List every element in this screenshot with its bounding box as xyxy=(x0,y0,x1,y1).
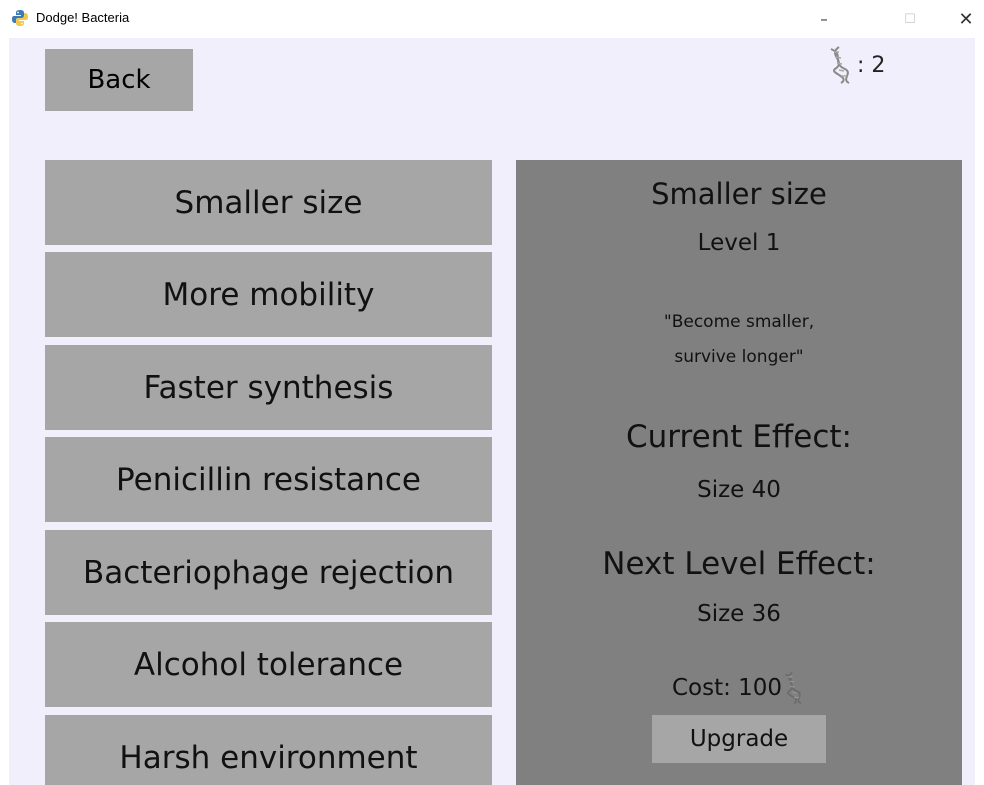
detail-title: Smaller size xyxy=(651,177,827,211)
upgrade-detail-panel: Smaller size Level 1 "Become smaller, su… xyxy=(516,160,962,785)
current-effect-label: Current Effect: xyxy=(626,419,852,455)
dna-icon xyxy=(785,671,802,705)
next-effect-label: Next Level Effect: xyxy=(602,546,876,582)
python-icon xyxy=(12,10,28,26)
dna-icon xyxy=(830,46,850,84)
upgrade-item-alcohol-tolerance[interactable]: Alcohol tolerance xyxy=(45,622,492,707)
upgrade-item-smaller-size[interactable]: Smaller size xyxy=(45,160,492,245)
cost-text: Cost: 100 xyxy=(671,675,783,701)
upgrade-button[interactable]: Upgrade xyxy=(652,715,826,763)
close-button[interactable]: ✕ xyxy=(944,0,984,38)
upgrade-item-harsh-environment[interactable]: Harsh environment xyxy=(45,715,492,785)
dna-count: : 2 xyxy=(857,52,886,78)
window-title: Dodge! Bacteria xyxy=(36,10,130,25)
title-bar: Dodge! Bacteria – ☐ ✕ xyxy=(0,0,984,38)
maximize-button[interactable]: ☐ xyxy=(888,0,932,38)
next-effect-value: Size 36 xyxy=(697,601,781,627)
game-canvas: Back : 2 Smaller size More mobility Fast… xyxy=(9,38,975,785)
minimize-button[interactable]: – xyxy=(802,0,846,38)
detail-description-line1: "Become smaller, xyxy=(663,312,815,332)
upgrade-item-more-mobility[interactable]: More mobility xyxy=(45,252,492,337)
upgrade-item-penicillin-resistance[interactable]: Penicillin resistance xyxy=(45,437,492,522)
dna-counter: : 2 xyxy=(827,41,885,89)
back-button[interactable]: Back xyxy=(45,49,193,111)
current-effect-value: Size 40 xyxy=(697,477,781,503)
cost-row: Cost: 100 xyxy=(516,669,962,707)
detail-level: Level 1 xyxy=(697,230,781,256)
upgrade-item-faster-synthesis[interactable]: Faster synthesis xyxy=(45,345,492,430)
detail-description-line2: survive longer" xyxy=(674,347,804,367)
upgrade-item-bacteriophage-rejection[interactable]: Bacteriophage rejection xyxy=(45,530,492,615)
